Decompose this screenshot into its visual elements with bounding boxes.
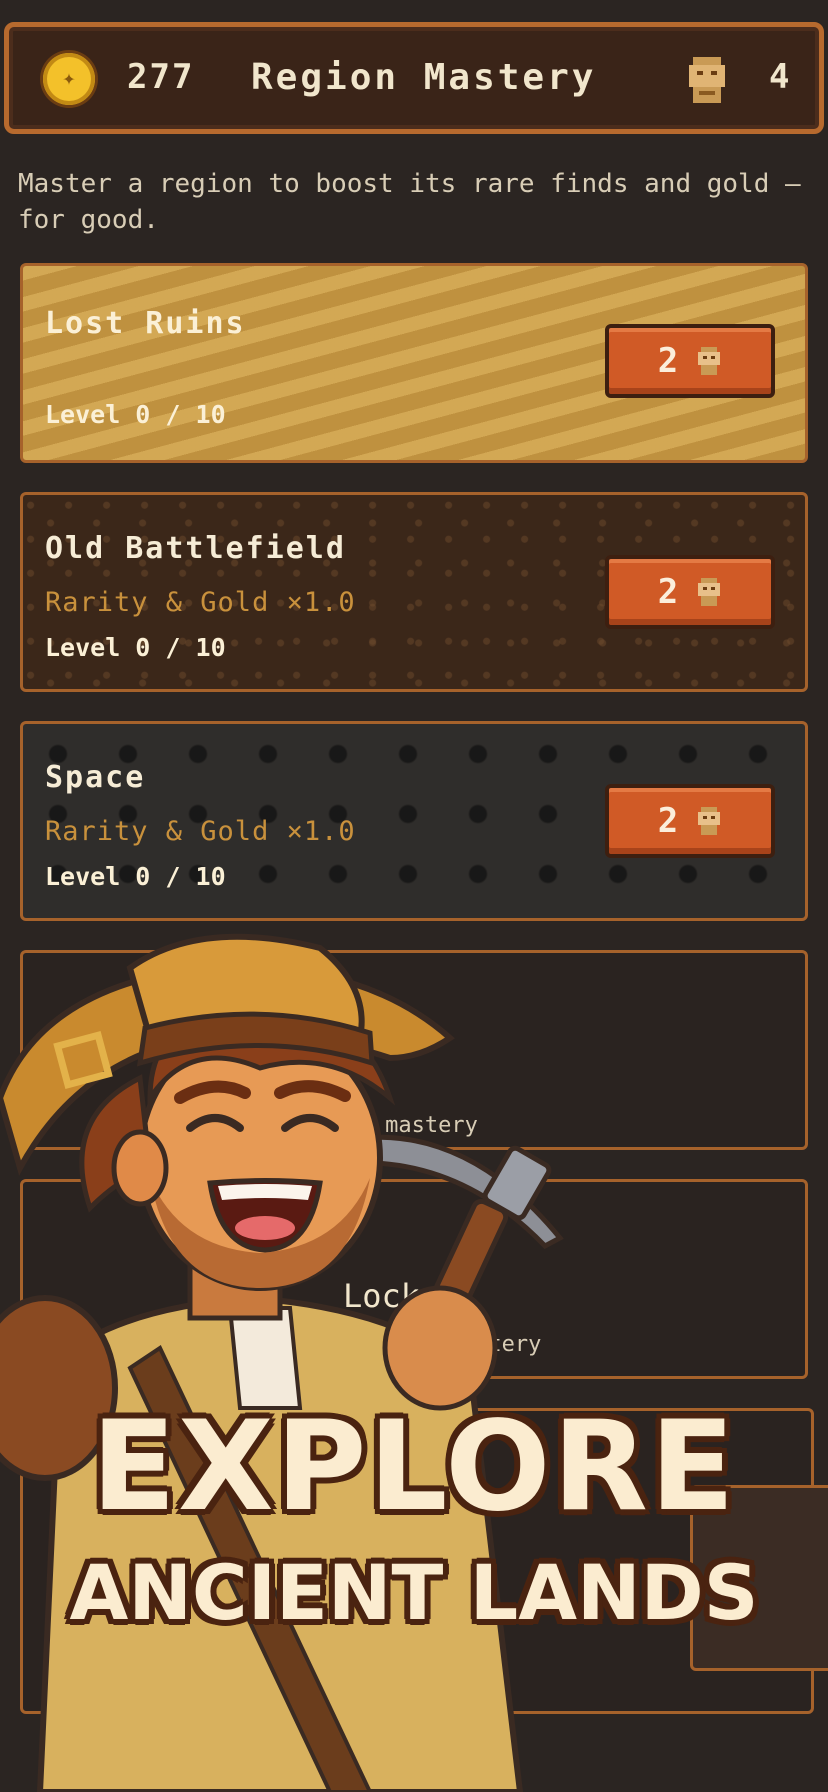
explorer-character-illustration <box>0 933 564 1792</box>
region-name: Old Battlefield <box>45 531 346 566</box>
upgrade-button-lost-ruins[interactable]: 2 <box>605 324 775 398</box>
region-level: Level 0 / 10 <box>45 862 226 891</box>
header-bar: ✦ 277 Region Mastery 4 <box>4 22 824 134</box>
mastery-description: Master a region to boost its rare finds … <box>18 169 801 235</box>
idol-icon <box>698 347 721 375</box>
upgrade-cost: 2 <box>657 801 679 841</box>
promo-subheadline: ANCIENT LANDS <box>69 1548 759 1637</box>
region-bonus: Rarity & Gold ×1.0 <box>45 587 356 618</box>
region-level: Level 0 / 10 <box>45 633 226 662</box>
idol-icon <box>698 807 721 835</box>
region-name: Space <box>45 760 146 795</box>
idol-icon <box>689 57 725 103</box>
idol-count: 4 <box>769 57 790 97</box>
region-card-space: Space Rarity & Gold ×1.0 Level 0 / 10 2 <box>20 721 808 921</box>
gold-count: 277 <box>127 57 195 97</box>
region-card-old-battlefield: Old Battlefield Rarity & Gold ×1.0 Level… <box>20 492 808 692</box>
region-level: Level 0 / 10 <box>45 400 226 429</box>
upgrade-button-old-battlefield[interactable]: 2 <box>605 555 775 629</box>
page-title: Region Mastery <box>251 57 597 98</box>
promo-headline: EXPLORE <box>91 1395 737 1539</box>
region-bonus: Rarity & Gold ×1.0 <box>45 816 356 847</box>
region-card-lost-ruins: Lost Ruins Level 0 / 10 2 <box>20 263 808 463</box>
upgrade-cost: 2 <box>657 572 679 612</box>
upgrade-button-space[interactable]: 2 <box>605 784 775 858</box>
idol-icon <box>698 578 721 606</box>
gold-coin-icon: ✦ <box>43 53 95 105</box>
upgrade-cost: 2 <box>657 341 679 381</box>
region-name: Lost Ruins <box>45 306 246 341</box>
